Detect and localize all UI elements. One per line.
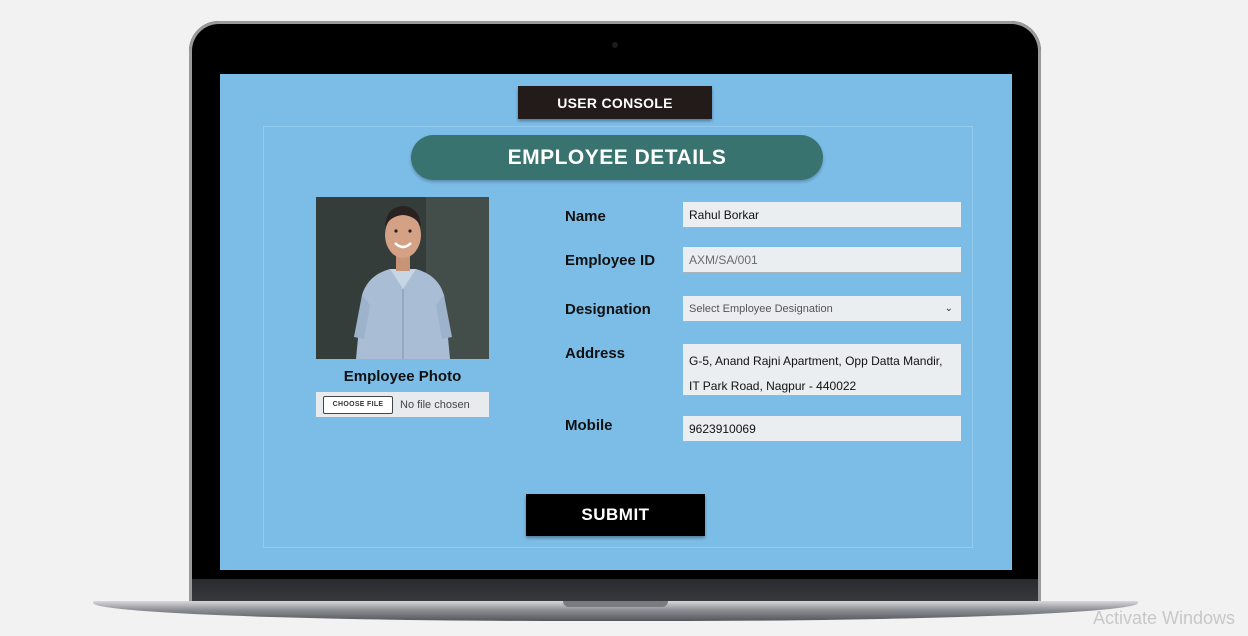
- employee-id-label: Employee ID: [565, 252, 656, 269]
- chevron-down-icon: ⌄: [944, 303, 953, 314]
- employee-id-input[interactable]: [683, 247, 961, 273]
- webcam-icon: [612, 42, 618, 48]
- screen: USER CONSOLE EMPLOYEE DETAILS Employee P…: [220, 74, 1012, 570]
- file-status: No file chosen: [400, 398, 470, 411]
- name-label: Name: [565, 208, 606, 225]
- submit-button[interactable]: SUBMIT: [526, 494, 705, 536]
- form-title: EMPLOYEE DETAILS: [411, 135, 823, 180]
- name-input[interactable]: [683, 202, 961, 228]
- designation-selected: Select Employee Designation: [689, 302, 833, 315]
- laptop-base: [93, 601, 1138, 621]
- photo-label: Employee Photo: [343, 368, 462, 385]
- designation-label: Designation: [565, 301, 651, 318]
- laptop-notch: [563, 601, 668, 607]
- mobile-label: Mobile: [565, 417, 613, 434]
- address-label: Address: [565, 345, 626, 362]
- employee-photo: [316, 197, 489, 359]
- person-photo-icon: [316, 197, 489, 359]
- employee-form: EMPLOYEE DETAILS Employee Photo CHOOSE F…: [263, 126, 973, 548]
- address-line-2: IT Park Road, Nagpur - 440022: [689, 379, 857, 393]
- choose-file-button[interactable]: CHOOSE FILE: [323, 395, 393, 414]
- address-line-1: G-5, Anand Rajni Apartment, Opp Datta Ma…: [689, 354, 943, 368]
- photo-file-input[interactable]: CHOOSE FILE No file chosen: [316, 392, 489, 417]
- laptop-lid: USER CONSOLE EMPLOYEE DETAILS Employee P…: [189, 21, 1041, 605]
- designation-select[interactable]: Select Employee Designation ⌄: [683, 296, 961, 322]
- user-console-button[interactable]: USER CONSOLE: [518, 86, 712, 119]
- mobile-input[interactable]: [683, 416, 961, 442]
- address-textarea[interactable]: G-5, Anand Rajni Apartment, Opp Datta Ma…: [683, 344, 961, 396]
- activate-windows-watermark: Activate Windows: [1093, 608, 1236, 628]
